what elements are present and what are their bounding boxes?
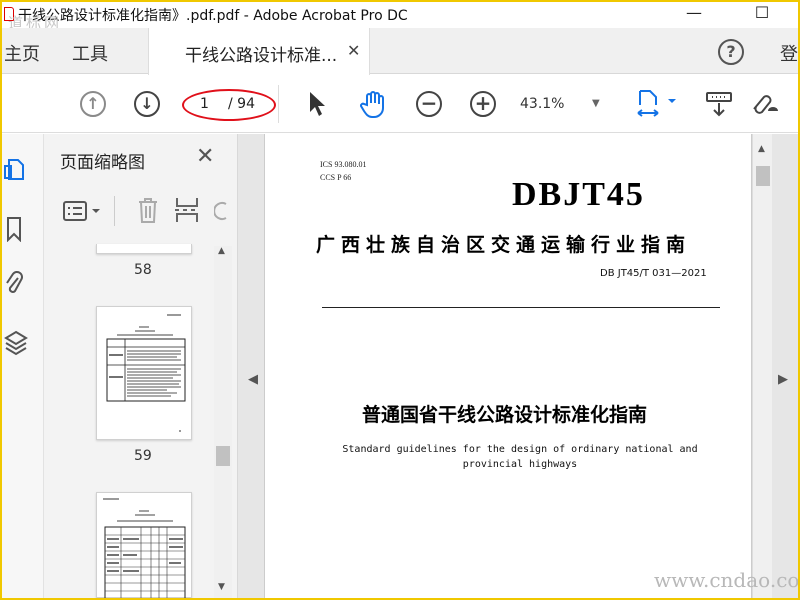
ics-code: ICS 93.080.01 CCS P 66 — [320, 158, 366, 184]
previous-page-icon[interactable]: ↑ — [80, 91, 106, 117]
thumbnail-scrollbar[interactable] — [214, 246, 232, 598]
standard-logo: DBJT45 — [512, 176, 645, 213]
toolbar: ↑ ↓ 1 / 94 − + 43.1% ▼ — [2, 75, 798, 133]
ics-line: ICS 93.080.01 — [320, 160, 367, 169]
maximize-button[interactable]: ☐ — [742, 2, 782, 26]
select-cursor-icon[interactable] — [306, 90, 328, 118]
thumbnail-page-60[interactable] — [96, 492, 192, 598]
thumbnail-toolbar — [56, 192, 232, 230]
guide-issuer-title: 广西壮族自治区交通运输行业指南 — [316, 234, 692, 256]
minimize-button[interactable]: — — [674, 2, 714, 26]
thumbnail-scroll-thumb[interactable] — [216, 446, 230, 466]
help-icon[interactable]: ? — [718, 39, 744, 65]
header-rule — [322, 307, 720, 308]
pdf-page — [264, 134, 752, 598]
collapse-left-pane-icon[interactable]: ◀ — [248, 372, 258, 387]
thumbnails-panel: 页面缩略图 ✕ 58 59 ▲ ▼ — [44, 134, 238, 598]
document-title-english: Standard guidelines for the design of or… — [342, 444, 698, 470]
layers-icon[interactable] — [4, 330, 28, 361]
acrobat-window: 干线公路设计标准化指南》.pdf.pdf - Adobe Acrobat Pro… — [2, 2, 798, 598]
navigation-rail — [2, 134, 44, 598]
bookmark-icon[interactable] — [4, 216, 24, 247]
document-scrollbar[interactable]: ▲ — [752, 134, 772, 598]
red-highlight-oval — [182, 89, 276, 121]
panel-divider — [114, 196, 115, 226]
options-menu-icon[interactable] — [62, 200, 104, 222]
document-scroll-thumb[interactable] — [756, 166, 770, 186]
close-tab-icon[interactable]: ✕ — [347, 41, 360, 60]
window-title: 干线公路设计标准化指南》.pdf.pdf - Adobe Acrobat Pro… — [18, 8, 408, 24]
document-title-chinese: 普通国省干线公路设计标准化指南 — [362, 404, 648, 426]
login-link[interactable]: 登 — [780, 40, 798, 66]
share-link-icon[interactable] — [748, 89, 782, 119]
zoom-level[interactable]: 43.1% — [520, 96, 564, 112]
thumbnail-page-number: 59 — [134, 448, 152, 464]
zoom-out-icon[interactable]: − — [416, 91, 442, 117]
read-mode-icon[interactable] — [704, 89, 734, 119]
document-tab-label: 干线公路设计标准... — [185, 46, 338, 66]
standard-code: DB JT45/T 031—2021 — [600, 268, 707, 279]
insert-page-icon[interactable] — [174, 196, 200, 224]
close-panel-icon[interactable]: ✕ — [196, 144, 214, 169]
thumbnail-page-58[interactable] — [96, 244, 192, 254]
scroll-down-icon[interactable]: ▼ — [218, 582, 225, 592]
watermark-bottom-right: www.cndao.com — [654, 568, 798, 592]
next-page-icon[interactable]: ↓ — [134, 91, 160, 117]
page-60-preview — [103, 498, 186, 598]
thumbnail-page-59[interactable] — [96, 306, 192, 440]
tab-tools[interactable]: 工具 — [72, 40, 108, 66]
page-thumbnails-icon[interactable] — [4, 158, 26, 187]
tab-document[interactable]: 干线公路设计标准... ✕ — [148, 28, 370, 75]
thumbnail-page-number: 58 — [134, 262, 152, 278]
delete-page-icon[interactable] — [136, 196, 160, 224]
page-navigator[interactable]: 1 / 94 — [182, 89, 276, 121]
page-59-preview — [106, 314, 186, 432]
zoom-dropdown-icon[interactable]: ▼ — [592, 98, 600, 109]
title-bar: 干线公路设计标准化指南》.pdf.pdf - Adobe Acrobat Pro… — [2, 2, 798, 32]
attachment-icon[interactable] — [4, 270, 24, 303]
zoom-in-icon[interactable]: + — [470, 91, 496, 117]
tab-home[interactable]: 主页 — [4, 40, 40, 66]
tab-bar: 主页 工具 干线公路设计标准... ✕ ? 登 — [2, 28, 798, 75]
scroll-up-icon[interactable]: ▲ — [218, 246, 225, 256]
ccs-line: CCS P 66 — [320, 173, 352, 182]
doc-scroll-up-icon[interactable]: ▲ — [758, 144, 765, 154]
expand-right-pane-icon[interactable]: ▶ — [778, 372, 788, 387]
panel-title: 页面缩略图 — [60, 153, 145, 173]
page-fit-icon[interactable] — [636, 89, 682, 121]
rotate-page-icon[interactable] — [214, 200, 232, 222]
hand-tool-icon[interactable] — [358, 89, 388, 119]
toolbar-divider — [278, 85, 279, 123]
